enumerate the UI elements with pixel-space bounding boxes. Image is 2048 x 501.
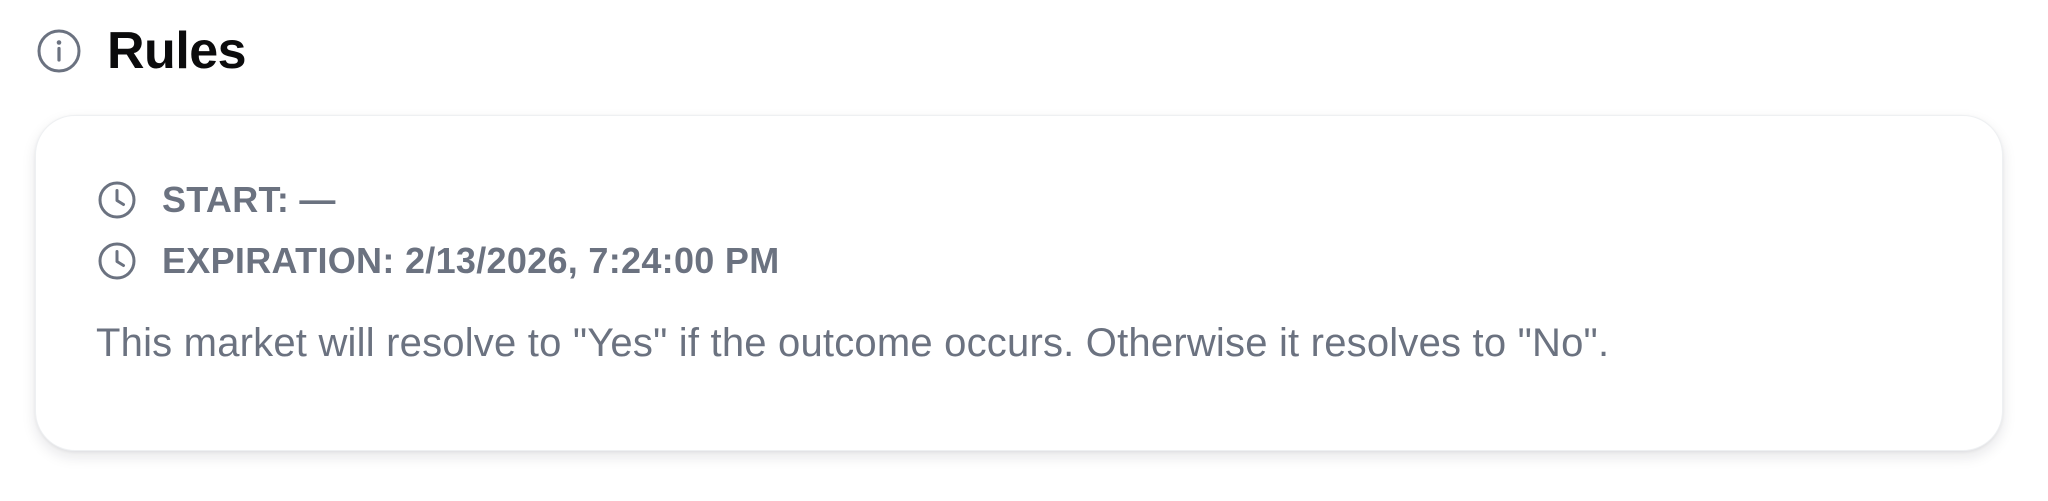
start-label: START: — bbox=[162, 179, 336, 220]
rules-description: This market will resolve to "Yes" if the… bbox=[96, 321, 1610, 365]
clock-icon bbox=[96, 179, 138, 221]
clock-icon bbox=[96, 240, 138, 282]
expiration-label: EXPIRATION: 2/13/2026, 7:24:00 PM bbox=[162, 240, 780, 281]
rules-header: Rules bbox=[35, 20, 247, 82]
info-icon bbox=[35, 27, 83, 75]
expiration-row: EXPIRATION: 2/13/2026, 7:24:00 PM bbox=[96, 237, 780, 285]
rules-panel: Rules START: — EXPIRATION: 2/13/2026, 7:… bbox=[0, 0, 2048, 501]
start-row: START: — bbox=[96, 176, 336, 224]
rules-card: START: — EXPIRATION: 2/13/2026, 7:24:00 … bbox=[35, 115, 2003, 451]
section-title: Rules bbox=[107, 22, 247, 80]
